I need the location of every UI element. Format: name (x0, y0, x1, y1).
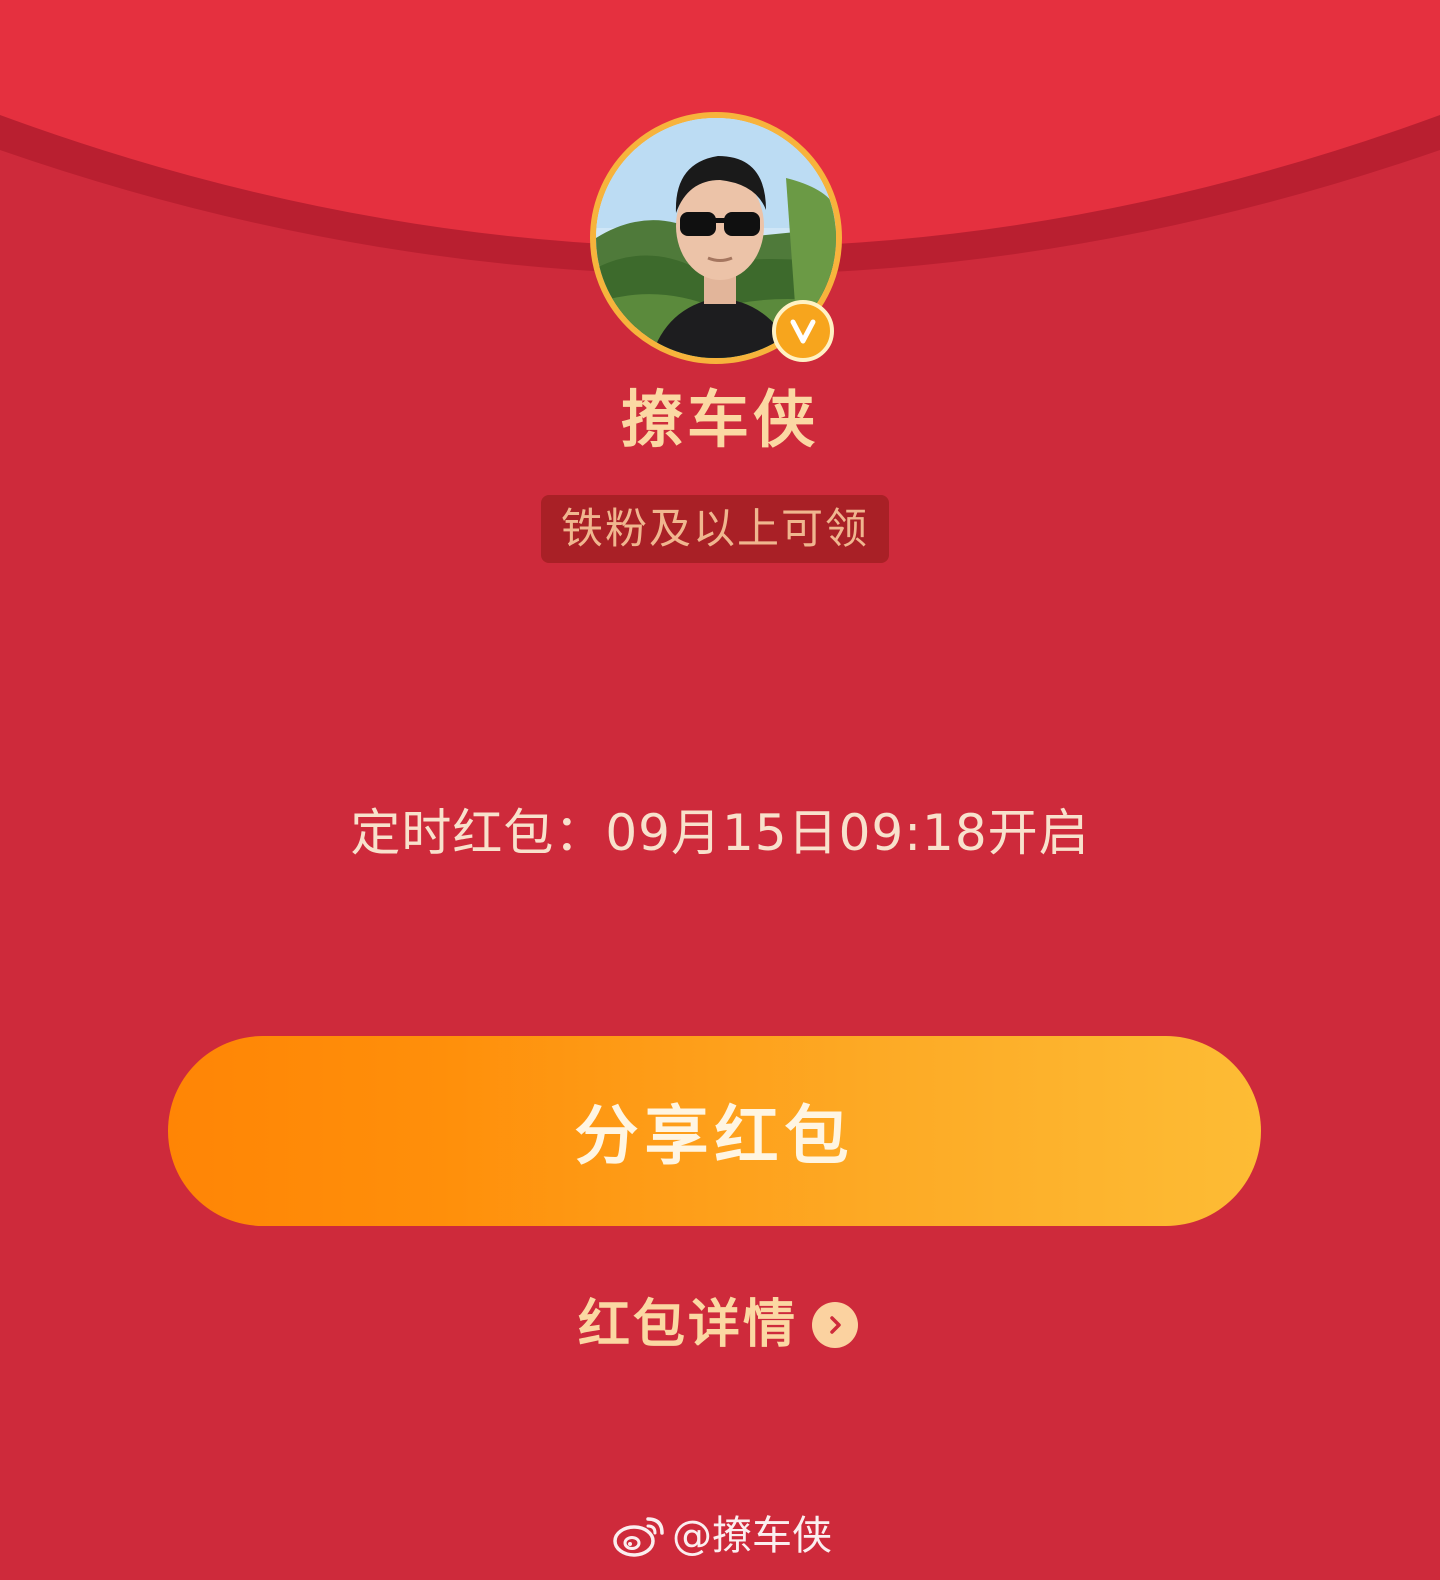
watermark-text: @撩车侠 (672, 1513, 832, 1559)
details-link-label: 红包详情 (578, 1295, 799, 1355)
share-red-packet-button[interactable]: 分享红包 (168, 1036, 1261, 1226)
sender-name: 撩车侠 (620, 383, 819, 456)
verified-v-icon (772, 300, 834, 362)
scheduled-open-time: 定时红包：09月15日09:18开启 (350, 804, 1090, 862)
red-packet-page: 撩车侠 铁粉及以上可领 定时红包：09月15日09:18开启 分享红包 红包详情… (0, 0, 1440, 1580)
watermark: @撩车侠 (612, 1506, 832, 1566)
red-packet-details-link[interactable]: 红包详情 (578, 1290, 859, 1360)
weibo-logo-icon (613, 1517, 664, 1557)
eligibility-tag: 铁粉及以上可领 (541, 495, 889, 563)
chevron-right-icon (812, 1302, 859, 1348)
sender-avatar-container[interactable] (590, 112, 842, 364)
